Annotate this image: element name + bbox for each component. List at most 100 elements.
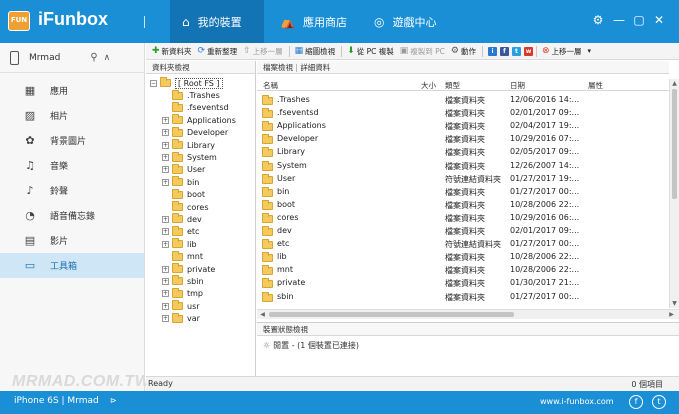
tree-item[interactable]: .fseventsd [146, 101, 255, 114]
actions-button[interactable]: ⚙ 動作 [451, 46, 476, 57]
sidebar-item-voice-memos[interactable]: ◔ 語音備忘錄 [0, 203, 144, 228]
expand-icon[interactable] [162, 253, 169, 260]
tree-item[interactable]: + dev [146, 213, 255, 225]
new-folder-button[interactable]: ✚ 新資料夾 [152, 46, 192, 57]
table-row[interactable]: .Trashes 檔案資料夾 12/06/2016 14:... [257, 94, 669, 107]
expand-icon[interactable]: + [162, 178, 169, 186]
scrollbar-thumb[interactable] [269, 312, 514, 317]
column-header-date[interactable]: 日期 [510, 80, 525, 91]
twitter-icon[interactable]: t [652, 395, 666, 409]
sidebar-item-toolbox[interactable]: ▭ 工具箱 [0, 253, 144, 278]
minimize-button[interactable]: — [611, 13, 627, 27]
table-row[interactable]: private 檔案資料夾 01/30/2017 21:... [257, 277, 669, 290]
tree-item[interactable]: + bin [146, 176, 255, 188]
table-row[interactable]: Applications 檔案資料夾 02/04/2017 19:... [257, 120, 669, 133]
tree-item[interactable]: mnt [146, 250, 255, 262]
table-row[interactable]: .fseventsd 檔案資料夾 02/01/2017 09:... [257, 107, 669, 120]
blue-icon[interactable]: i [487, 46, 497, 56]
sidebar-item-wallpapers[interactable]: ✿ 背景圖片 [0, 128, 144, 153]
table-row[interactable]: sbin 檔案資料夾 01/27/2017 00:... [257, 291, 669, 304]
up-level-button[interactable]: ⊗ 上移一層 [542, 46, 582, 57]
tree-item[interactable]: + Developer [146, 126, 255, 139]
tab-app-store[interactable]: ⛺ 應用商店 [270, 0, 360, 43]
expand-icon[interactable]: + [162, 166, 169, 174]
toolbar-overflow-button[interactable]: ▾ [588, 47, 594, 55]
facebook-icon[interactable]: f [499, 46, 509, 56]
chevron-up-icon[interactable]: ∧ [104, 53, 111, 63]
expand-icon[interactable]: + [162, 315, 169, 323]
tree-item[interactable]: + private [146, 263, 255, 275]
tree-item[interactable]: cores [146, 201, 255, 213]
refresh-button[interactable]: ⟳ 重新整理 [198, 46, 238, 57]
table-row[interactable]: dev 檔案資料夾 02/01/2017 09:... [257, 225, 669, 238]
facebook-icon[interactable]: f [629, 395, 643, 409]
tree-root[interactable]: − [ Root FS ] [146, 77, 255, 89]
thumbnail-view-button[interactable]: ▦ 縮圖檢視 [295, 46, 336, 57]
expand-icon[interactable] [162, 92, 169, 99]
device-selector[interactable]: Mrmad ⚲ ∧ [0, 43, 144, 73]
expand-icon[interactable]: + [162, 277, 169, 285]
collapse-icon[interactable]: − [150, 79, 157, 87]
tree-item[interactable]: + var [146, 312, 255, 324]
expand-icon[interactable]: + [162, 215, 169, 223]
expand-icon[interactable]: + [162, 154, 169, 162]
weibo-icon[interactable]: w [523, 46, 533, 56]
column-header-type[interactable]: 類型 [445, 80, 460, 91]
table-row[interactable]: mnt 檔案資料夾 10/28/2006 22:... [257, 264, 669, 277]
column-header-name[interactable]: 名稱 [263, 80, 278, 91]
tree-item[interactable]: + etc [146, 225, 255, 238]
tree-item[interactable]: + lib [146, 238, 255, 250]
tab-my-device[interactable]: ⌂ 我的裝置 [170, 0, 264, 43]
expand-icon[interactable]: + [162, 116, 169, 124]
close-button[interactable]: ✕ [651, 13, 667, 27]
table-row[interactable]: System 檔案資料夾 12/26/2007 14:... [257, 160, 669, 173]
tree-item[interactable]: + usr [146, 300, 255, 312]
sidebar-item-apps[interactable]: ▦ 應用 [0, 78, 144, 103]
table-row[interactable]: boot 檔案資料夾 10/28/2006 22:... [257, 199, 669, 212]
expand-icon[interactable]: + [162, 129, 169, 137]
horizontal-scrollbar[interactable]: ◀ ▶ [257, 309, 679, 319]
tree-item[interactable]: boot [146, 188, 255, 201]
tree-item[interactable]: .Trashes [146, 89, 255, 101]
sidebar-item-ringtones[interactable]: ♪ 鈴聲 [0, 178, 144, 203]
table-row[interactable]: lib 檔案資料夾 10/28/2006 22:... [257, 251, 669, 264]
expand-icon[interactable]: + [162, 290, 169, 298]
vertical-scrollbar[interactable]: ▲ ▼ [669, 79, 679, 308]
settings-icon[interactable]: ⚙ [590, 13, 606, 27]
column-header-size[interactable]: 大小 [421, 80, 436, 91]
table-row[interactable]: Developer 檔案資料夾 10/29/2016 07:... [257, 133, 669, 146]
table-row[interactable]: Library 檔案資料夾 02/05/2017 09:... [257, 146, 669, 159]
tree-item[interactable]: + System [146, 151, 255, 163]
tree-item[interactable]: + sbin [146, 275, 255, 287]
tree-item[interactable]: + tmp [146, 287, 255, 300]
scroll-left-icon[interactable]: ◀ [258, 311, 267, 318]
scroll-up-icon[interactable]: ▲ [670, 80, 679, 87]
up-button[interactable]: ⇧ 上移一層 [243, 46, 283, 57]
scrollbar-thumb[interactable] [672, 89, 677, 199]
website-link[interactable]: www.i-funbox.com [540, 397, 614, 406]
column-header-attr[interactable]: 屬性 [588, 80, 603, 91]
tree-item[interactable]: + User [146, 163, 255, 176]
tab-game-center[interactable]: ◎ 遊戲中心 [366, 0, 456, 43]
scroll-down-icon[interactable]: ▼ [670, 300, 679, 307]
expand-icon[interactable]: + [162, 240, 169, 248]
tree-item[interactable]: + Library [146, 139, 255, 151]
table-row[interactable]: bin 檔案資料夾 01/27/2017 00:... [257, 186, 669, 199]
maximize-button[interactable]: ▢ [631, 13, 647, 27]
table-row[interactable]: cores 檔案資料夾 10/29/2016 06:... [257, 212, 669, 225]
expand-icon[interactable] [162, 191, 169, 198]
expand-icon[interactable] [162, 204, 169, 211]
sidebar-item-music[interactable]: ♫ 音樂 [0, 153, 144, 178]
expand-icon[interactable]: + [162, 265, 169, 273]
expand-icon[interactable]: + [162, 141, 169, 149]
expand-icon[interactable]: + [162, 228, 169, 236]
expand-icon[interactable] [162, 104, 169, 111]
scroll-right-icon[interactable]: ▶ [667, 311, 676, 318]
copy-to-pc-button[interactable]: ▣ 複製到 PC [400, 46, 445, 57]
sidebar-item-photos[interactable]: ▨ 相片 [0, 103, 144, 128]
expand-icon[interactable]: + [162, 302, 169, 310]
copy-from-pc-button[interactable]: ⬇ 從 PC 複製 [347, 46, 394, 57]
table-row[interactable]: etc 符號連結資料夾 01/27/2017 00:... [257, 238, 669, 251]
connect-icon[interactable]: ⊳ [110, 396, 117, 405]
tree-item[interactable]: + Applications [146, 114, 255, 126]
